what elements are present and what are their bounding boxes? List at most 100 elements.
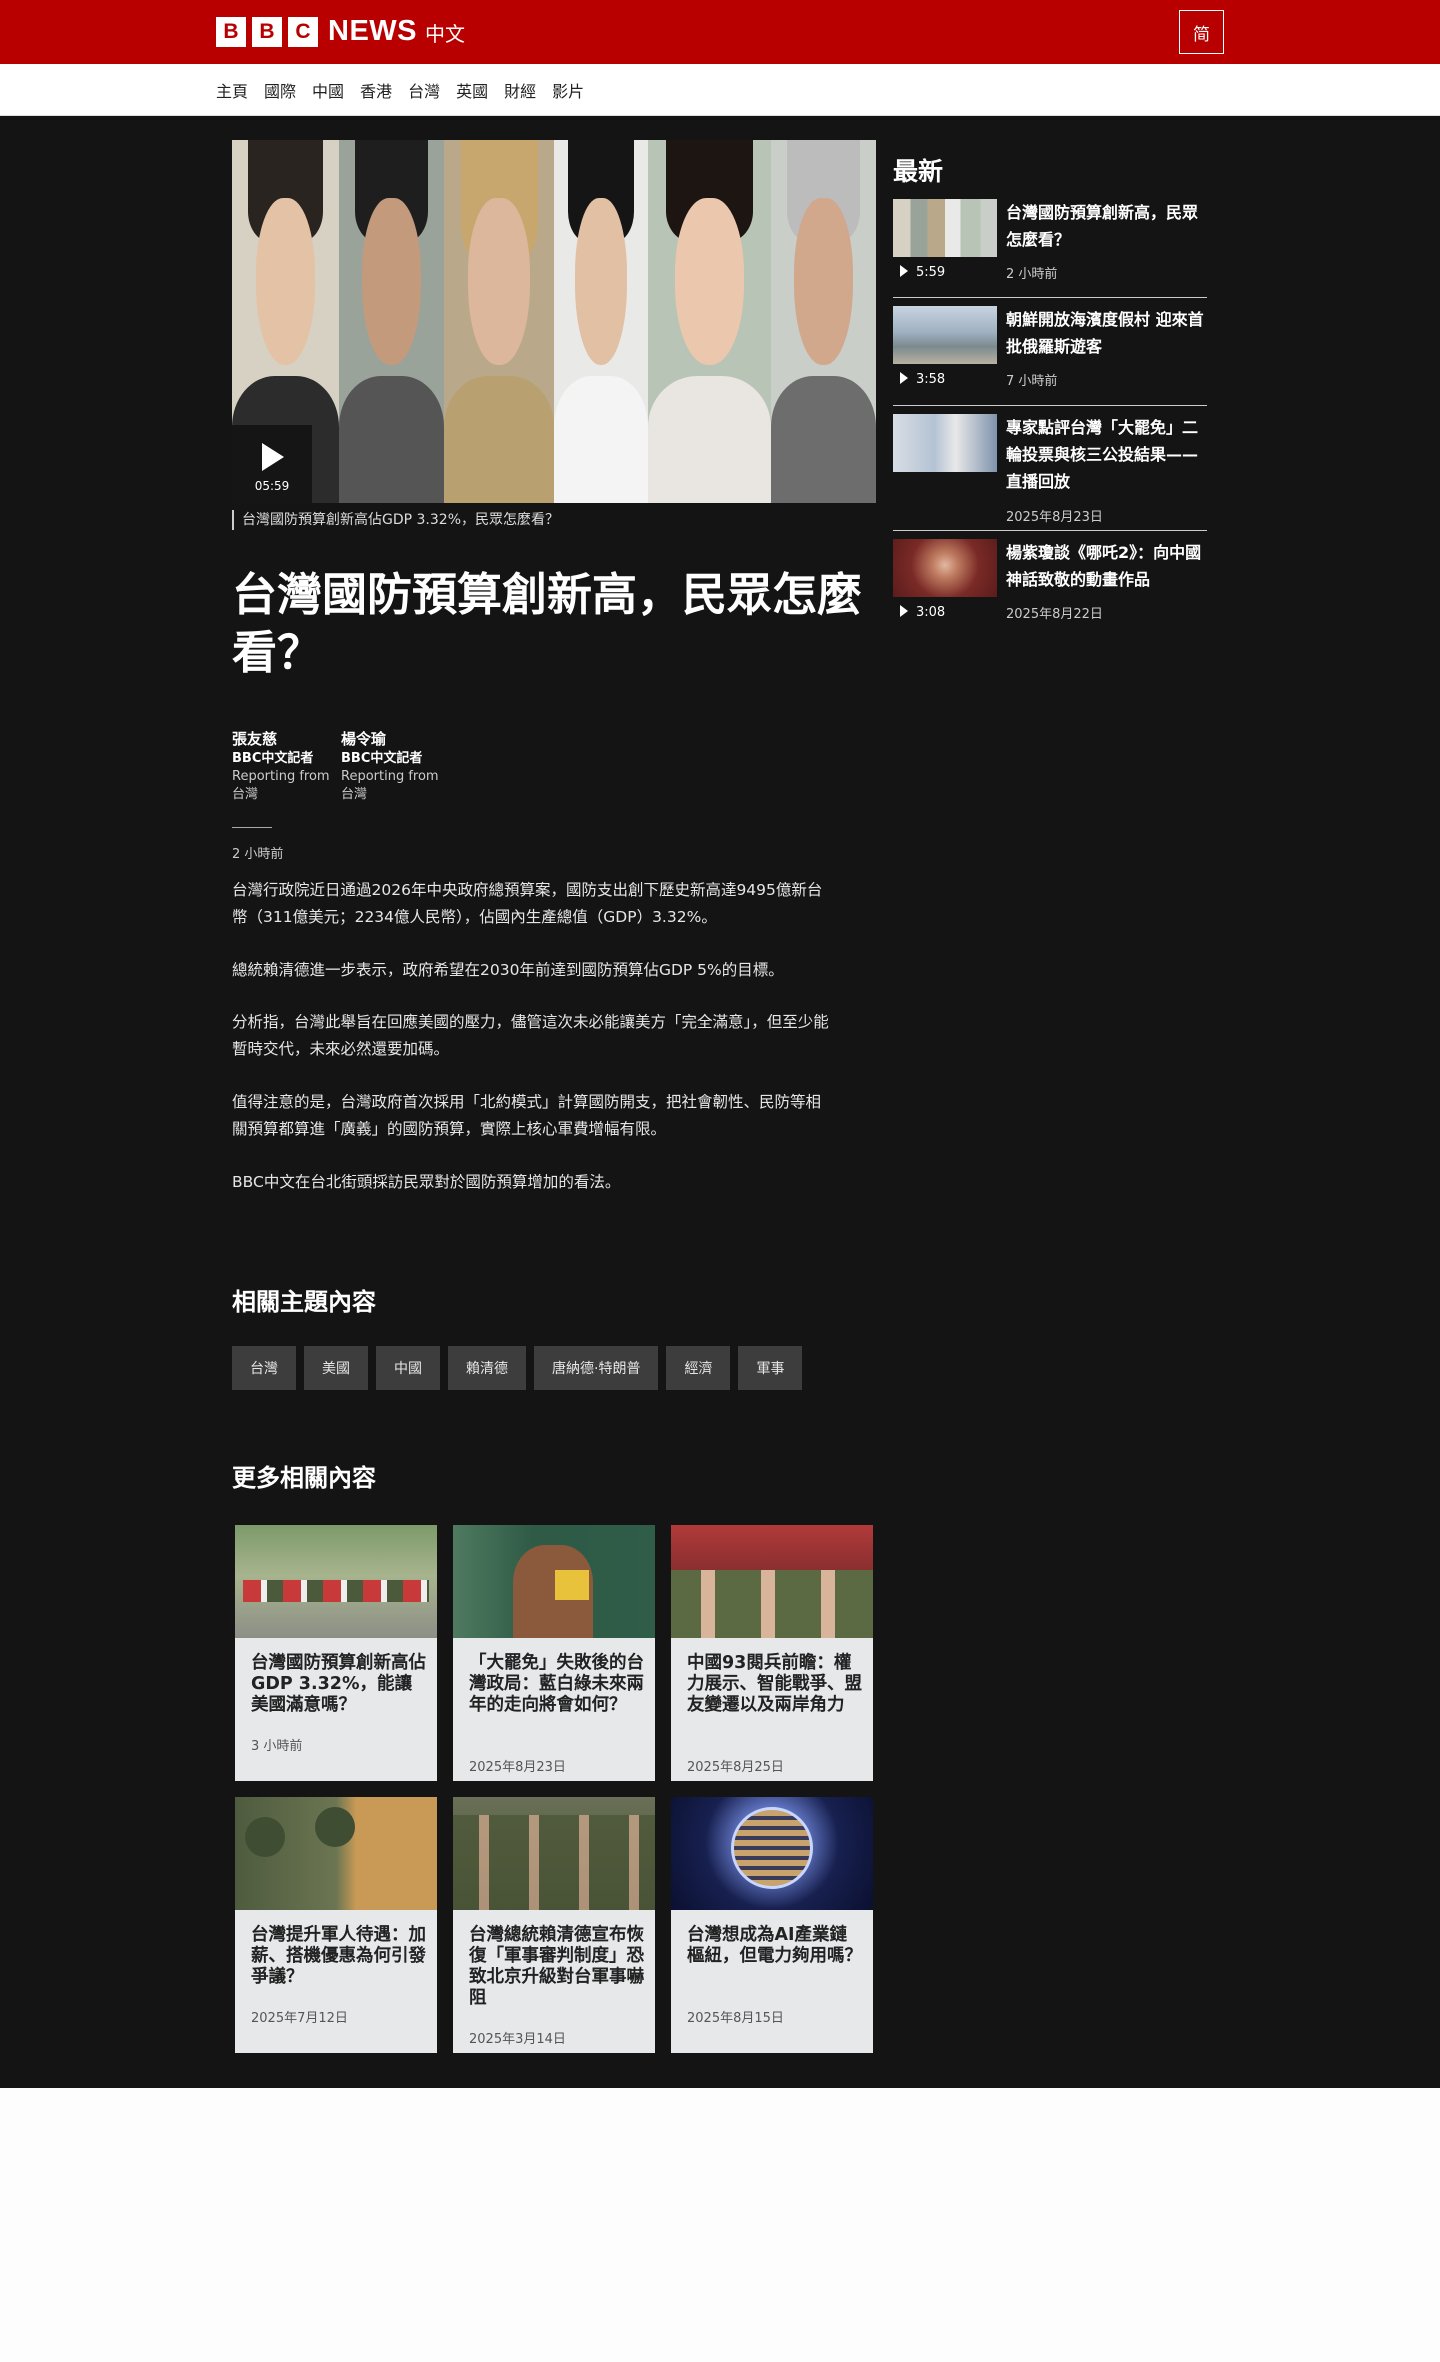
article-paragraph: 值得注意的是，台灣政府首次採用「北約模式」計算國防開支，把社會韌性、民防等相關預… — [232, 1093, 822, 1138]
soldiers-collage-image — [235, 1797, 437, 1910]
latest-thumbnail — [893, 199, 997, 257]
author-role: BBC中文記者 — [232, 751, 314, 766]
topic-tag-taiwan[interactable]: 台灣 — [232, 1346, 296, 1390]
related-card[interactable]: 台灣國防預算創新高佔GDP 3.32%，能讓美國滿意嗎？ 3 小時前 — [235, 1525, 437, 1781]
latest-duration: 3:08 — [900, 605, 945, 620]
topics-heading: 相關主題內容 — [232, 1288, 376, 1316]
latest-headline: 朝鮮開放海濱度假村 迎來首批俄羅斯遊客 — [1006, 310, 1204, 356]
card-date: 3 小時前 — [251, 1739, 303, 1754]
nav-video[interactable]: 影片 — [552, 78, 584, 102]
latest-thumbnail — [893, 539, 997, 597]
parade-soldiers-image — [671, 1525, 873, 1638]
topic-tag-military[interactable]: 軍事 — [738, 1346, 803, 1390]
topic-tag-usa[interactable]: 美國 — [304, 1346, 368, 1390]
author-location: 台灣 — [341, 787, 368, 802]
related-card[interactable]: 「大罷免」失敗後的台灣政局：藍白綠未來兩年的走向將會如何？ 2025年8月23日 — [453, 1525, 655, 1781]
nav-china[interactable]: 中國 — [312, 78, 344, 102]
president-with-troops-image — [453, 1797, 655, 1910]
nav-uk[interactable]: 英國 — [456, 78, 488, 102]
interviewee-3-image — [444, 140, 554, 503]
article-headline: 台灣國防預算創新高，民眾怎麼看？ — [232, 568, 863, 679]
author-reporting: Reporting from — [232, 769, 330, 784]
latest-headline: 楊紫瓊談《哪吒2》：向中國神話致敬的動畫作品 — [1006, 543, 1202, 589]
latest-duration: 5:59 — [900, 265, 945, 280]
author-byline-2: 楊令瑜 BBC中文記者 Reporting from 台灣 — [341, 728, 451, 804]
interviewee-5-image — [648, 140, 771, 503]
hero-video[interactable] — [232, 140, 876, 503]
duration-text: 5:59 — [916, 265, 946, 280]
card-date: 2025年3月14日 — [469, 2032, 566, 2047]
interviewee-4-image — [554, 140, 648, 503]
related-card[interactable]: 台灣想成為AI產業鏈樞紐，但電力夠用嗎？ 2025年8月15日 — [671, 1797, 873, 2053]
article-paragraph: BBC中文在台北街頭採訪民眾對於國防預算增加的看法。 — [232, 1173, 621, 1191]
card-headline: 「大罷免」失敗後的台灣政局：藍白綠未來兩年的走向將會如何？ — [469, 1653, 644, 1715]
latest-headline: 專家點評台灣「大罷免」二輪投票與核三公投結果——直播回放 — [1006, 418, 1199, 491]
nav-world[interactable]: 國際 — [264, 78, 296, 102]
duration-text: 3:58 — [916, 372, 946, 387]
author-reporting: Reporting from — [341, 769, 439, 784]
more-related-heading: 更多相關內容 — [232, 1464, 376, 1492]
latest-headline: 台灣國防預算創新高，民眾怎麼看？ — [1006, 203, 1199, 249]
latest-item[interactable]: 楊紫瓊談《哪吒2》：向中國神話致敬的動畫作品 3:08 2025年8月22日 — [893, 539, 1207, 629]
bbc-news-logo[interactable]: B B C NEWS 中文 — [216, 15, 465, 48]
card-headline: 台灣提升軍人待遇：加薪、搭機優惠為何引發爭議？ — [251, 1925, 426, 1987]
author-role: BBC中文記者 — [341, 751, 423, 766]
site-header: B B C NEWS 中文 简 — [0, 0, 1440, 64]
related-card[interactable]: 中國93閱兵前瞻：權力展示、智能戰爭、盟友變遷以及兩岸角力 2025年8月25日 — [671, 1525, 873, 1781]
article-paragraph: 台灣行政院近日通過2026年中央政府總預算案，國防支出創下歷史新高達9495億新… — [232, 881, 823, 926]
latest-time: 2025年8月22日 — [1006, 607, 1103, 622]
topic-tag-china[interactable]: 中國 — [376, 1346, 440, 1390]
play-icon — [900, 372, 908, 384]
latest-divider — [893, 405, 1207, 406]
interviewee-6-image — [771, 140, 876, 503]
logo-news-text: NEWS — [328, 15, 417, 47]
video-duration: 05:59 — [254, 479, 290, 493]
logo-block-c: C — [288, 16, 318, 47]
latest-item[interactable]: 專家點評台灣「大罷免」二輪投票與核三公投結果——直播回放 2025年8月23日 — [893, 414, 1207, 529]
latest-duration: 3:58 — [900, 372, 945, 387]
latest-thumbnail — [893, 414, 997, 472]
latest-item[interactable]: 朝鮮開放海濱度假村 迎來首批俄羅斯遊客 3:58 7 小時前 — [893, 306, 1207, 396]
card-date: 2025年7月12日 — [251, 2011, 348, 2026]
latest-item[interactable]: 台灣國防預算創新高，民眾怎麼看？ 5:59 2 小時前 — [893, 199, 1207, 289]
video-caption: 台灣國防預算創新高佔GDP 3.32%，民眾怎麼看？ — [232, 510, 559, 530]
author-name: 楊令瑜 — [341, 730, 387, 748]
latest-time: 7 小時前 — [1006, 374, 1058, 389]
play-icon — [262, 443, 284, 471]
nav-business[interactable]: 財經 — [504, 78, 536, 102]
latest-time: 2 小時前 — [1006, 267, 1058, 282]
topic-tag-trump[interactable]: 唐納德·特朗普 — [534, 1346, 659, 1390]
logo-block-b2: B — [252, 16, 282, 47]
author-name: 張友慈 — [232, 730, 278, 748]
topic-tag-lai-ching-te[interactable]: 賴清德 — [448, 1346, 526, 1390]
play-icon — [900, 605, 908, 617]
nav-home[interactable]: 主頁 — [216, 78, 248, 102]
article-paragraph: 總統賴清德進一步表示，政府希望在2030年前達到國防預算佔GDP 5%的目標。 — [232, 961, 784, 979]
main-nav: 主頁 國際 中國 香港 台灣 英國 財經 影片 — [0, 64, 1440, 116]
logo-zh-text: 中文 — [425, 22, 465, 46]
card-headline: 中國93閱兵前瞻：權力展示、智能戰爭、盟友變遷以及兩岸角力 — [687, 1653, 862, 1715]
related-card[interactable]: 台灣總統賴清德宣布恢復「軍事審判制度」恐致北京升級對台軍事嚇阻 2025年3月1… — [453, 1797, 655, 2053]
simplified-chinese-toggle[interactable]: 简 — [1179, 10, 1224, 54]
related-card[interactable]: 台灣提升軍人待遇：加薪、搭機優惠為何引發爭議？ 2025年7月12日 — [235, 1797, 437, 2053]
latest-time: 2025年8月23日 — [1006, 510, 1103, 525]
card-date: 2025年8月15日 — [687, 2011, 784, 2026]
article-paragraph: 分析指，台灣此舉旨在回應美國的壓力，儘管這次未必能讓美方「完全滿意」，但至少能暫… — [232, 1013, 829, 1058]
topic-tags: 台灣 美國 中國 賴清德 唐納德·特朗普 經濟 軍事 — [232, 1346, 810, 1390]
nav-hongkong[interactable]: 香港 — [360, 78, 392, 102]
video-play-button[interactable]: 05:59 — [232, 425, 312, 503]
card-date: 2025年8月25日 — [687, 1760, 784, 1775]
article-timestamp: 2 小時前 — [232, 847, 284, 862]
play-icon — [900, 265, 908, 277]
author-byline-1: 張友慈 BBC中文記者 Reporting from 台灣 — [232, 728, 342, 804]
latest-divider — [893, 530, 1207, 531]
author-location: 台灣 — [232, 787, 259, 802]
latest-heading: 最新 — [893, 157, 944, 186]
nav-taiwan[interactable]: 台灣 — [408, 78, 440, 102]
logo-block-b1: B — [216, 16, 246, 47]
topic-tag-economy[interactable]: 經濟 — [666, 1346, 731, 1390]
latest-divider — [893, 297, 1207, 298]
ai-chip-stage-image — [671, 1797, 873, 1910]
vote-counting-image — [453, 1525, 655, 1638]
soldiers-training-image — [235, 1525, 437, 1638]
